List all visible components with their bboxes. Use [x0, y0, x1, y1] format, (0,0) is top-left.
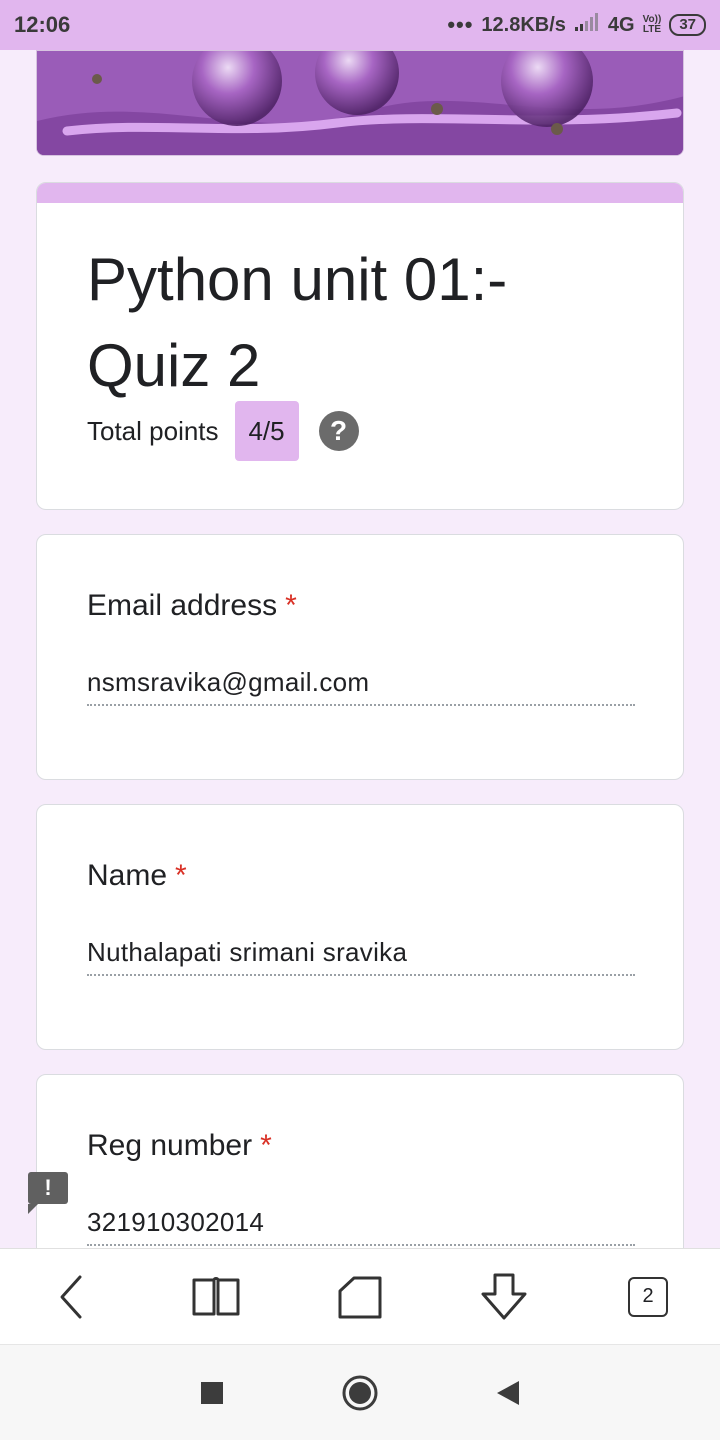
browser-toolbar: 2 [0, 1248, 720, 1344]
signal-icon [574, 12, 600, 38]
help-icon[interactable]: ? [318, 411, 359, 451]
required-asterisk: * [175, 859, 187, 892]
status-right-group: ••• 12.8KB/s 4G Vo)) LTE 37 [447, 12, 706, 38]
reg-number-answer: 321910302014 [87, 1207, 635, 1246]
question-title: Reg number [87, 1129, 253, 1162]
required-asterisk: * [260, 1129, 272, 1162]
total-points-label: Total points [87, 415, 219, 446]
status-time: 12:06 [14, 12, 71, 37]
name-answer: Nuthalapati srimani sravika [87, 937, 635, 976]
total-points-row: Total points 4/5 ? [87, 401, 359, 461]
question-label-name: Name * [87, 859, 187, 893]
email-answer: nsmsravika@gmail.com [87, 667, 635, 706]
form-title-card: Python unit 01:- Quiz 2 Total points 4/5… [36, 182, 684, 510]
required-asterisk: * [285, 589, 297, 622]
question-title: Email address [87, 589, 278, 622]
tabs-count: 2 [628, 1276, 668, 1317]
home-circle-icon[interactable] [286, 1374, 434, 1412]
total-points-badge: 4/5 [234, 401, 299, 461]
form-header-image [36, 50, 684, 156]
question-card-email: Email address * nsmsravika@gmail.com [36, 534, 684, 780]
question-title: Name [87, 859, 168, 892]
volte-icon: Vo)) LTE [643, 15, 662, 35]
volte-bottom: LTE [642, 24, 662, 35]
notification-dots: ••• [447, 12, 474, 37]
question-label-email: Email address * [87, 589, 297, 623]
download-icon[interactable] [474, 1267, 534, 1327]
status-bar: 12:06 ••• 12.8KB/s 4G Vo)) LTE 37 [0, 0, 720, 50]
title-card-accent-bar [37, 183, 683, 203]
question-label-reg-number: Reg number * [87, 1129, 272, 1163]
network-type: 4G [607, 13, 635, 36]
form-title: Python unit 01:- Quiz 2 [87, 246, 508, 399]
bookmarks-book-icon[interactable] [186, 1267, 246, 1327]
system-navigation-bar [0, 1344, 720, 1440]
recents-square-icon[interactable] [138, 1381, 286, 1405]
back-icon[interactable] [42, 1267, 102, 1327]
tabs-icon[interactable]: 2 [618, 1267, 678, 1327]
network-speed: 12.8KB/s [481, 13, 566, 36]
battery-icon: 37 [669, 14, 706, 36]
question-card-name: Name * Nuthalapati srimani sravika [36, 804, 684, 1050]
home-icon[interactable] [330, 1267, 390, 1327]
feedback-icon[interactable]: ! [28, 1172, 68, 1214]
back-triangle-icon[interactable] [434, 1379, 582, 1407]
